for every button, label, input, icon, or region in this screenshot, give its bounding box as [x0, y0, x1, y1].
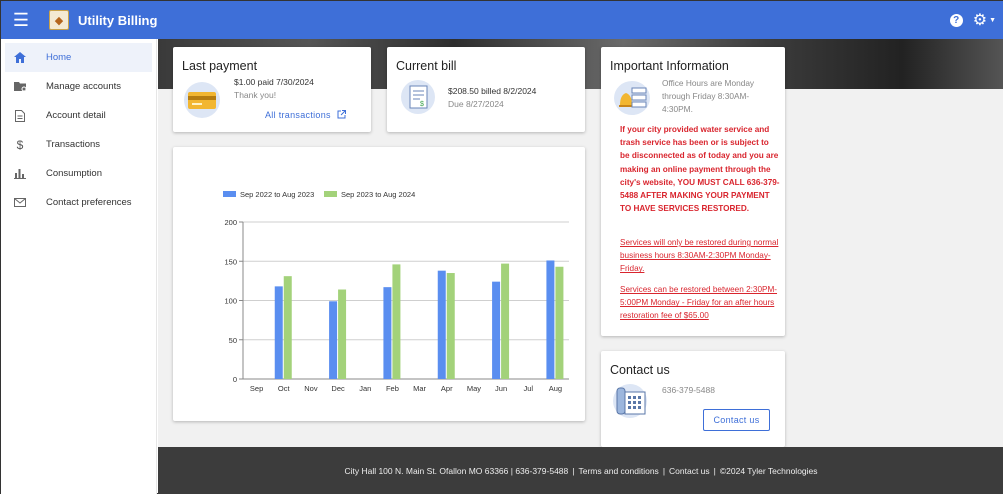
- bar[interactable]: [338, 289, 347, 379]
- x-tick-label: Sep: [250, 384, 263, 393]
- svg-text:$: $: [420, 101, 424, 108]
- bar[interactable]: [555, 266, 564, 379]
- y-tick-label: 50: [229, 336, 237, 345]
- footer-separator: |: [713, 466, 716, 476]
- help-icon[interactable]: ?: [949, 13, 963, 27]
- sidebar-item-label: Home: [46, 52, 72, 63]
- external-link-icon: [337, 106, 346, 124]
- current-bill-title: Current bill: [396, 59, 457, 73]
- chevron-down-icon: ▼: [989, 16, 996, 24]
- home-icon: [13, 52, 27, 63]
- sidebar-item-account-detail[interactable]: Account detail: [5, 101, 152, 130]
- restoration-hours-note[interactable]: Services will only be restored during no…: [620, 236, 780, 276]
- last-payment-title: Last payment: [182, 59, 258, 73]
- legend-swatch: [324, 191, 337, 197]
- footer: City Hall 100 N. Main St. Ofallon MO 633…: [158, 447, 1003, 494]
- disconnect-warning-text: If your city provided water service and …: [620, 125, 780, 214]
- sidebar: Home Manage accounts Account detail $ Tr…: [1, 39, 157, 494]
- footer-address: City Hall 100 N. Main St. Ofallon MO 633…: [344, 466, 569, 476]
- x-tick-label: Jan: [359, 384, 371, 393]
- contact-us-card: Contact us 636-379-5488 Contact us: [601, 351, 785, 447]
- gear-icon: ⚙: [972, 12, 988, 29]
- app-title: Utility Billing: [78, 12, 158, 28]
- office-hours-text: Office Hours are Monday through Friday 8…: [662, 78, 755, 114]
- phone-icon: [611, 383, 649, 419]
- footer-contact-link[interactable]: Contact us: [669, 466, 710, 476]
- current-bill-amount: $208.50 billed 8/2/2024: [448, 86, 537, 96]
- bar[interactable]: [283, 276, 292, 379]
- current-bill-card: Current bill $ $208.50 billed 8/2/2024 D…: [387, 47, 585, 132]
- bar[interactable]: [492, 281, 501, 379]
- x-tick-label: Aug: [549, 384, 562, 393]
- settings-menu[interactable]: ⚙ ▼: [973, 10, 996, 30]
- x-tick-label: Feb: [386, 384, 399, 393]
- x-tick-label: Mar: [413, 384, 426, 393]
- x-tick-label: Dec: [331, 384, 345, 393]
- contact-us-button[interactable]: Contact us: [703, 409, 770, 431]
- sidebar-item-label: Manage accounts: [46, 81, 121, 92]
- legend-swatch: [223, 191, 236, 197]
- contact-phone: 636-379-5488: [662, 385, 715, 395]
- footer-copyright: ©2024 Tyler Technologies: [719, 466, 818, 476]
- top-app-bar: ☰ ◆ Utility Billing ? ⚙ ▼: [1, 1, 1003, 39]
- bar[interactable]: [383, 287, 392, 379]
- y-tick-label: 0: [233, 375, 237, 384]
- sidebar-item-consumption[interactable]: Consumption: [5, 159, 152, 188]
- footer-separator: |: [572, 466, 575, 476]
- bill-icon: $: [401, 80, 435, 114]
- y-tick-label: 100: [224, 297, 237, 306]
- due-date-text: Due 8/27/2024: [448, 99, 504, 109]
- sidebar-item-label: Consumption: [46, 168, 102, 179]
- legend-label: Sep 2022 to Aug 2023: [240, 190, 314, 199]
- sidebar-item-label: Contact preferences: [46, 197, 132, 208]
- all-transactions-link[interactable]: All transactions: [265, 106, 346, 124]
- legend-label: Sep 2023 to Aug 2024: [341, 190, 415, 199]
- sidebar-item-manage-accounts[interactable]: Manage accounts: [5, 72, 152, 101]
- contact-us-title: Contact us: [610, 363, 670, 377]
- bar[interactable]: [274, 286, 283, 379]
- bar[interactable]: [329, 301, 338, 379]
- x-tick-label: Jul: [523, 384, 533, 393]
- after-hours-fee-note[interactable]: Services can be restored between 2:30PM-…: [620, 283, 780, 323]
- bar-chart-icon: [13, 168, 27, 179]
- y-tick-label: 150: [224, 257, 237, 266]
- last-payment-card: Last payment $1.00 paid 7/30/2024 Thank …: [173, 47, 371, 132]
- bar[interactable]: [392, 264, 401, 379]
- main-content: Last payment $1.00 paid 7/30/2024 Thank …: [158, 39, 1003, 447]
- all-transactions-label: All transactions: [265, 110, 331, 120]
- bar[interactable]: [546, 260, 555, 379]
- consumption-chart: 0 50 100 150 200 Sep Oct Nov Dec Jan Feb Mar Apr May J…: [223, 190, 569, 393]
- important-information-title: Important Information: [610, 59, 729, 73]
- sidebar-item-contact-preferences[interactable]: Contact preferences: [5, 188, 152, 217]
- document-icon: [13, 109, 27, 122]
- sidebar-item-label: Transactions: [46, 139, 101, 150]
- sidebar-item-label: Account detail: [46, 110, 106, 121]
- footer-separator: |: [662, 466, 666, 476]
- consumption-chart-card: 0 50 100 150 200 Sep Oct Nov Dec Jan Feb Mar Apr May J…: [173, 147, 585, 421]
- x-tick-label: Oct: [278, 384, 291, 393]
- bar[interactable]: [446, 273, 455, 379]
- hamburger-menu-icon[interactable]: ☰: [3, 1, 39, 39]
- mail-icon: [13, 198, 27, 207]
- city-logo: ◆: [49, 10, 69, 30]
- sidebar-item-home[interactable]: Home: [5, 43, 152, 72]
- manage-accounts-icon: [13, 81, 27, 92]
- x-tick-label: May: [467, 384, 481, 393]
- alert-bell-icon: [614, 81, 650, 115]
- sidebar-item-transactions[interactable]: $ Transactions: [5, 130, 152, 159]
- bar[interactable]: [437, 270, 446, 379]
- x-tick-label: Jun: [495, 384, 507, 393]
- thank-you-text: Thank you!: [234, 90, 277, 100]
- dollar-icon: $: [16, 137, 24, 152]
- footer-terms-link[interactable]: Terms and conditions: [578, 466, 658, 476]
- credit-card-icon: [184, 82, 220, 118]
- bar[interactable]: [501, 263, 510, 379]
- last-payment-amount: $1.00 paid 7/30/2024: [234, 77, 314, 87]
- x-tick-label: Nov: [304, 384, 318, 393]
- x-tick-label: Apr: [441, 384, 453, 393]
- important-information-card: Important Information Office Hours are M…: [601, 47, 785, 336]
- y-tick-label: 200: [224, 218, 237, 227]
